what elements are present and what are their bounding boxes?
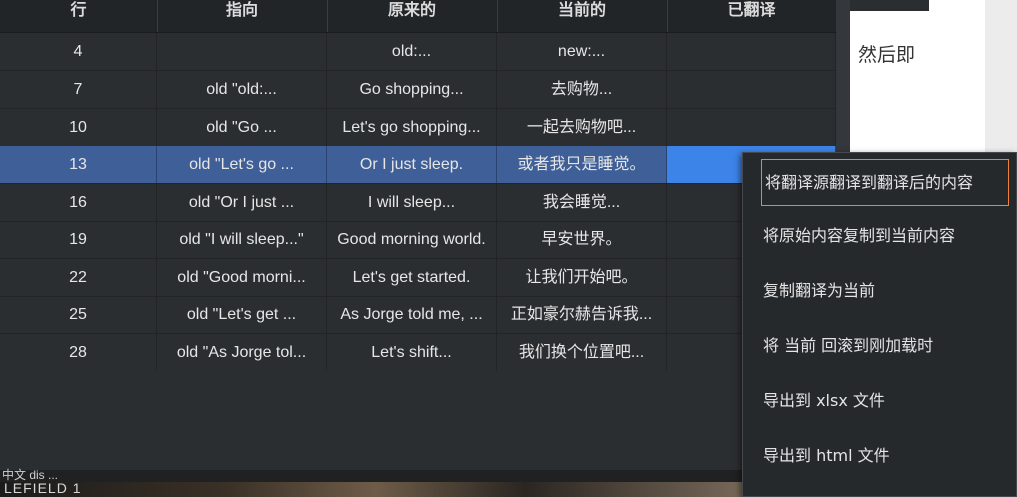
cell-current[interactable]: 早安世界。 xyxy=(497,221,667,258)
menu-item-export-xlsx[interactable]: 导出到 xlsx 文件 xyxy=(753,379,1011,423)
cell-line: 19 xyxy=(0,221,157,258)
table-row[interactable]: 25 old "Let's get ... As Jorge told me, … xyxy=(0,296,836,334)
cell-translated xyxy=(667,109,836,146)
menu-item-translate-source[interactable]: 将翻译源翻译到翻译后的内容 xyxy=(761,159,1009,206)
cell-direction xyxy=(157,33,327,70)
cell-line: 4 xyxy=(0,33,157,70)
background-image-strip: 中文 dis ... LEFIELD 1 xyxy=(0,468,750,497)
preview-snippet: 然后即 xyxy=(858,44,916,66)
document-preview: 然后即 xyxy=(850,0,991,152)
context-menu: 将翻译源翻译到翻译后的内容 将原始内容复制到当前内容 复制翻译为当前 将 当前 … xyxy=(742,152,1017,497)
cell-current[interactable]: 让我们开始吧。 xyxy=(497,259,667,296)
background-panel xyxy=(985,0,1017,152)
cell-current[interactable]: 我会睡觉... xyxy=(497,184,667,221)
cell-direction: old "Or I just ... xyxy=(157,184,327,221)
table-row[interactable]: 16 old "Or I just ... I will sleep... 我会… xyxy=(0,184,836,222)
cell-current[interactable]: 去购物... xyxy=(497,71,667,108)
cell-current[interactable]: 正如豪尔赫告诉我... xyxy=(497,296,667,333)
cell-line: 13 xyxy=(0,146,157,183)
cell-direction: old "old:... xyxy=(157,71,327,108)
table-row[interactable]: 28 old "As Jorge tol... Let's shift... 我… xyxy=(0,334,836,372)
table-row[interactable]: 19 old "I will sleep..." Good morning wo… xyxy=(0,221,836,259)
menu-item-copy-translation-as-current[interactable]: 复制翻译为当前 xyxy=(753,269,1011,313)
cell-original: Let's get started. xyxy=(327,259,497,296)
cell-line: 7 xyxy=(0,71,157,108)
cell-translated xyxy=(667,71,836,108)
menu-item-export-html[interactable]: 导出到 html 文件 xyxy=(753,434,1011,478)
background-banner-text: LEFIELD 1 xyxy=(4,480,82,496)
cell-direction: old "Go ... xyxy=(157,109,327,146)
cell-direction: old "Let's go ... xyxy=(157,146,327,183)
table-row[interactable]: 22 old "Good morni... Let's get started.… xyxy=(0,259,836,297)
column-header-line[interactable]: 行 xyxy=(0,0,158,32)
cell-original: Let's shift... xyxy=(327,334,497,371)
table-row[interactable]: 7 old "old:... Go shopping... 去购物... xyxy=(0,71,836,109)
cell-original: Or I just sleep. xyxy=(327,146,497,183)
column-header-translated[interactable]: 已翻译 xyxy=(667,0,837,32)
cell-original: As Jorge told me, ... xyxy=(327,296,497,333)
cell-line: 25 xyxy=(0,296,157,333)
cell-direction: old "As Jorge tol... xyxy=(157,334,327,371)
menu-item-copy-original-to-current[interactable]: 将原始内容复制到当前内容 xyxy=(753,214,1011,258)
cell-line: 28 xyxy=(0,334,157,371)
cell-line: 22 xyxy=(0,259,157,296)
column-header-direction[interactable]: 指向 xyxy=(157,0,328,32)
cell-original: Good morning world. xyxy=(327,221,497,258)
cell-current[interactable]: 或者我只是睡觉。 xyxy=(497,146,667,183)
cell-line: 10 xyxy=(0,109,157,146)
cell-translated xyxy=(667,33,836,70)
cell-original: Go shopping... xyxy=(327,71,497,108)
cell-original: I will sleep... xyxy=(327,184,497,221)
cell-current[interactable]: new:... xyxy=(497,33,667,70)
cell-current[interactable]: 一起去购物吧... xyxy=(497,109,667,146)
table-row[interactable]: 10 old "Go ... Let's go shopping... 一起去购… xyxy=(0,109,836,147)
cell-line: 16 xyxy=(0,184,157,221)
cell-current[interactable]: 我们换个位置吧... xyxy=(497,334,667,371)
horizontal-scrollbar[interactable] xyxy=(0,470,836,482)
preview-topbar xyxy=(850,0,929,11)
table-row[interactable]: 4 old:... new:... xyxy=(0,33,836,71)
cell-original: old:... xyxy=(327,33,497,70)
column-header-original[interactable]: 原来的 xyxy=(327,0,498,32)
table-row-selected[interactable]: 13 old "Let's go ... Or I just sleep. 或者… xyxy=(0,146,836,184)
cell-direction: old "Let's get ... xyxy=(157,296,327,333)
cell-direction: old "I will sleep..." xyxy=(157,221,327,258)
table-empty-area xyxy=(0,371,836,470)
table-header: 行 指向 原来的 当前的 已翻译 xyxy=(0,0,837,33)
cell-original: Let's go shopping... xyxy=(327,109,497,146)
menu-item-rollback-current[interactable]: 将 当前 回滚到刚加载时 xyxy=(753,324,1011,368)
cell-direction: old "Good morni... xyxy=(157,259,327,296)
column-header-current[interactable]: 当前的 xyxy=(497,0,668,32)
